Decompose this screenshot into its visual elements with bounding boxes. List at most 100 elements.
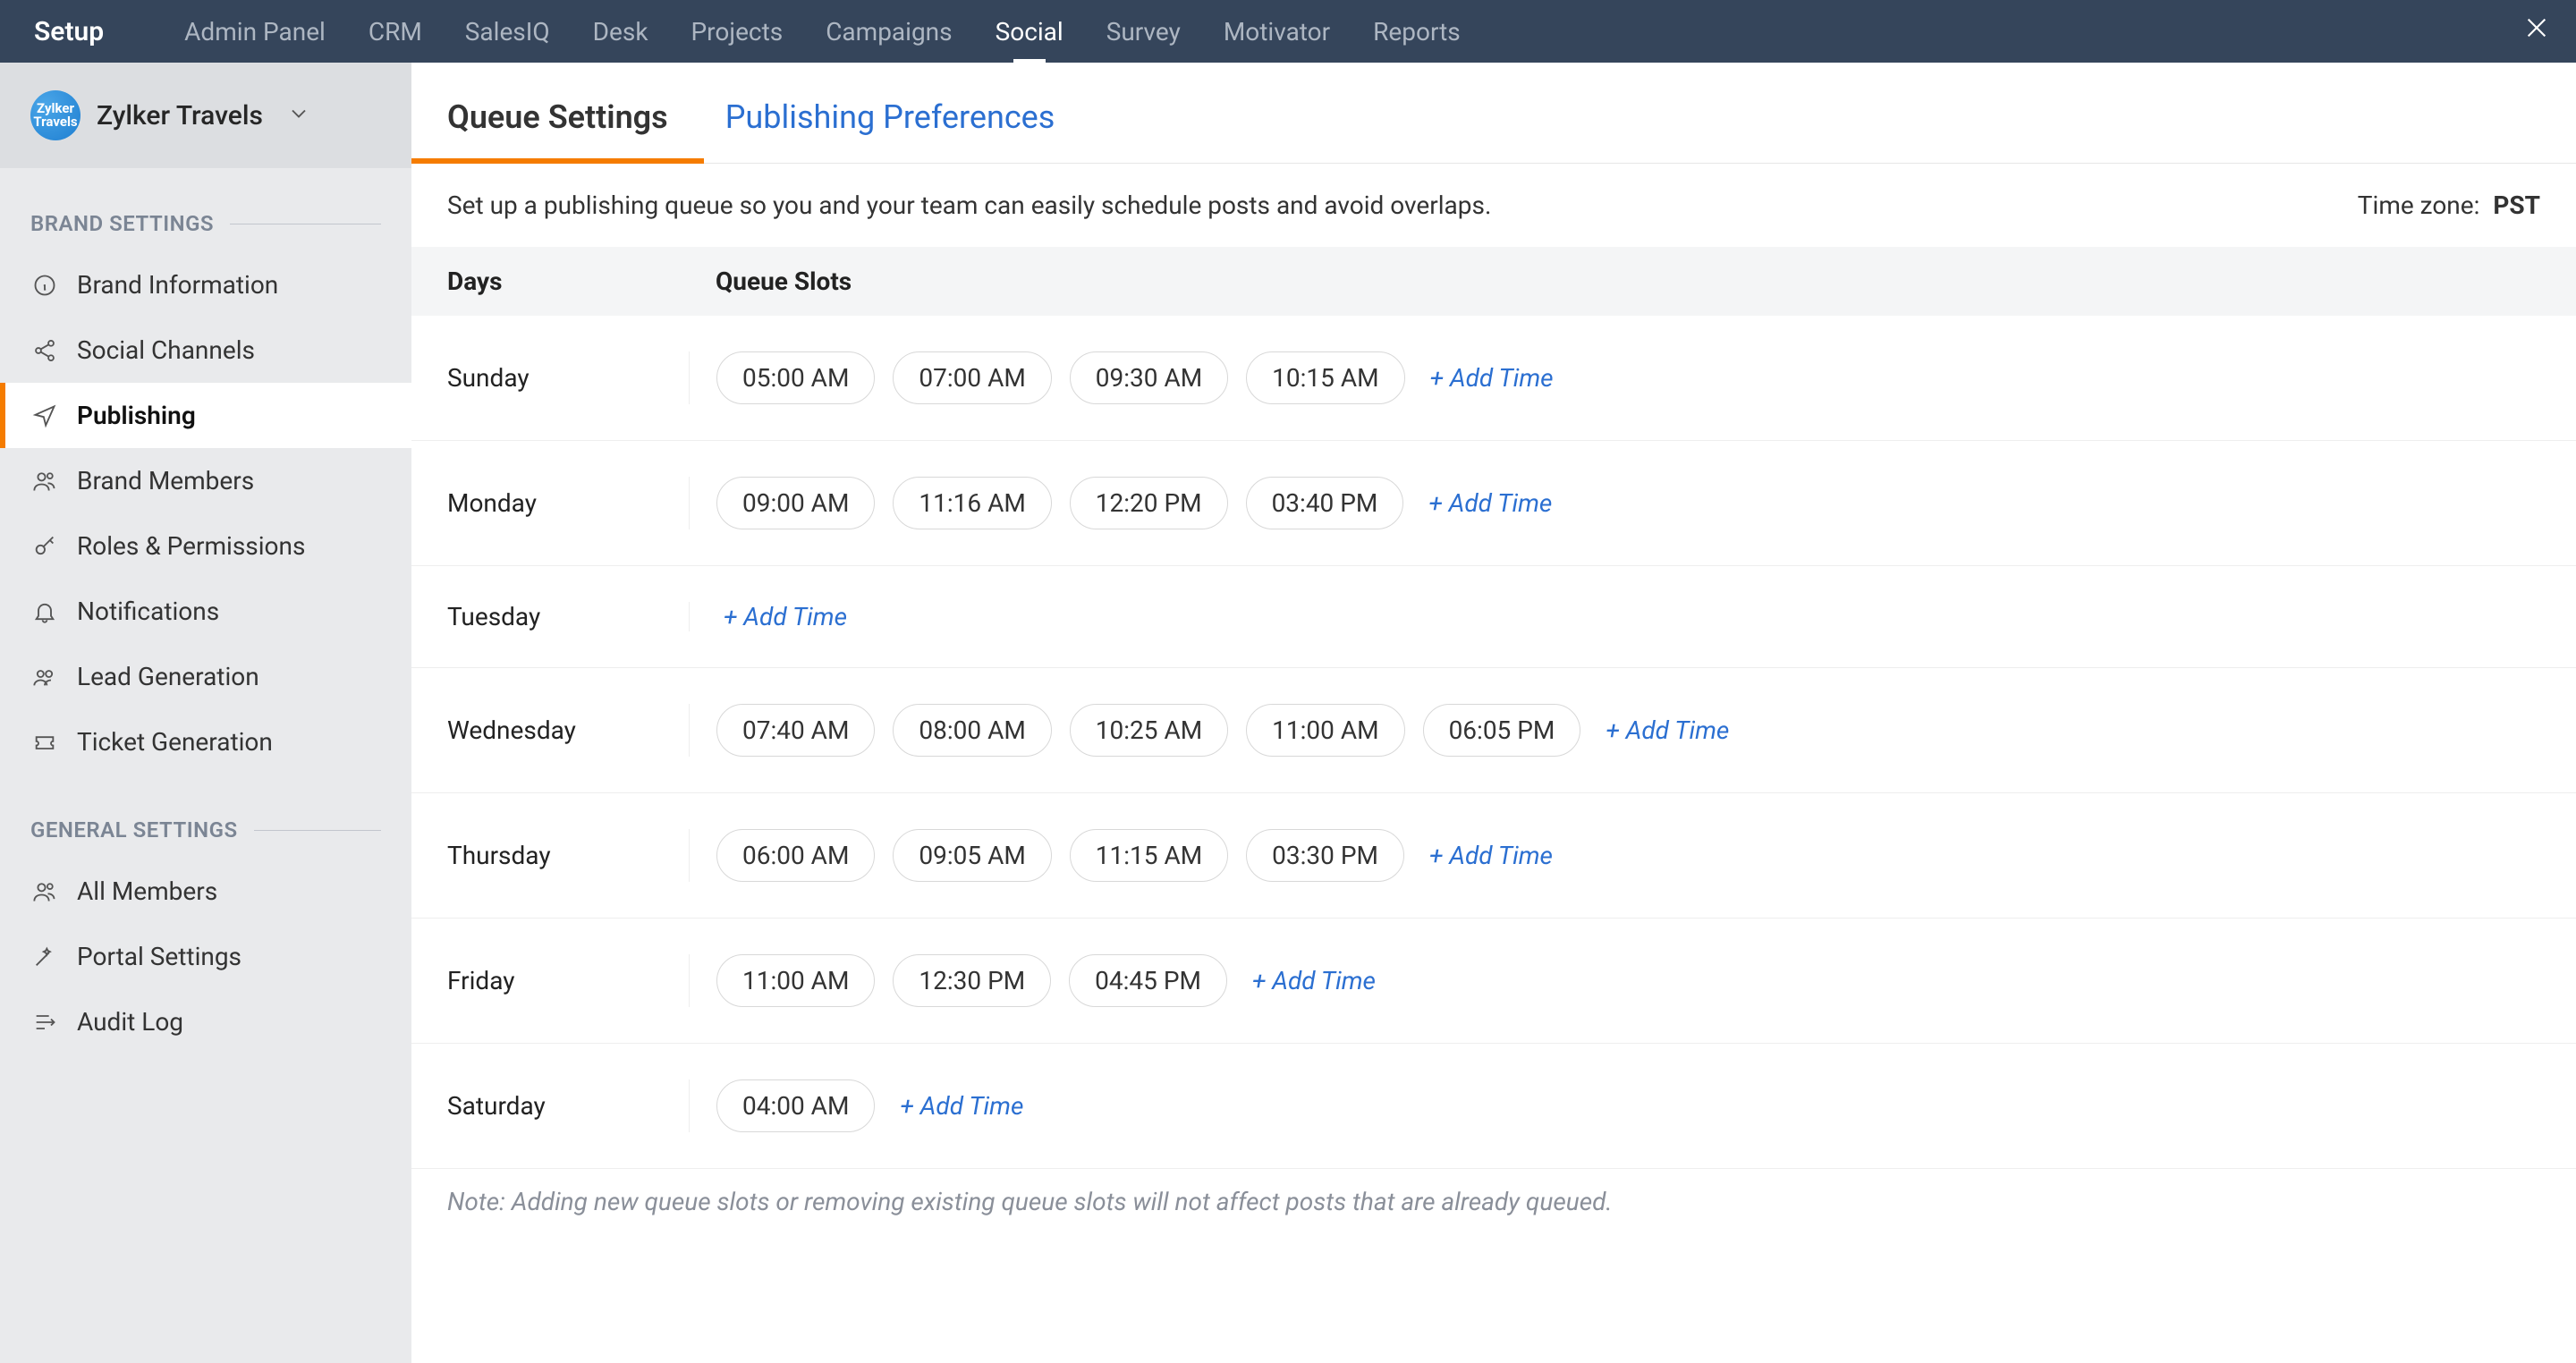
sidebar-item-label: Brand Members (77, 466, 254, 495)
brand-name: Zylker Travels (97, 100, 263, 131)
log-icon (30, 1010, 59, 1035)
schedule-row-tuesday: Tuesday + Add Time (411, 566, 2576, 668)
nav-motivator[interactable]: Motivator (1224, 0, 1330, 63)
chevron-down-icon (286, 101, 311, 130)
schedule-row-saturday: Saturday04:00 AM + Add Time (411, 1044, 2576, 1169)
nav-desk[interactable]: Desk (593, 0, 648, 63)
time-slot[interactable]: 10:15 AM (1246, 351, 1404, 404)
sidebar-item-brand-members[interactable]: Brand Members (0, 448, 411, 513)
queue-description: Set up a publishing queue so you and you… (447, 190, 1491, 220)
nav-reports[interactable]: Reports (1373, 0, 1461, 63)
sidebar-item-label: Social Channels (77, 335, 255, 365)
time-slot[interactable]: 09:30 AM (1070, 351, 1228, 404)
nav-admin-panel[interactable]: Admin Panel (184, 0, 326, 63)
add-time-button[interactable]: + Add Time (1428, 488, 1552, 518)
time-slot[interactable]: 08:00 AM (893, 704, 1051, 757)
sidebar-item-social-channels[interactable]: Social Channels (0, 317, 411, 383)
slot-area: 04:00 AM + Add Time (689, 1079, 2540, 1132)
day-label: Monday (447, 488, 716, 518)
time-slot[interactable]: 06:00 AM (716, 829, 875, 882)
timezone-label: Time zone: (2358, 190, 2480, 220)
time-slot[interactable]: 11:00 AM (1246, 704, 1404, 757)
schedule-row-monday: Monday09:00 AM 11:16 AM 12:20 PM 03:40 PM + … (411, 441, 2576, 566)
sidebar-item-label: Roles & Permissions (77, 531, 305, 561)
main-content: Queue Settings Publishing Preferences Se… (411, 63, 2576, 1363)
time-slot[interactable]: 04:00 AM (716, 1079, 875, 1132)
nav-crm[interactable]: CRM (369, 0, 422, 63)
sidebar-item-brand-information[interactable]: Brand Information (0, 252, 411, 317)
time-slot[interactable]: 09:00 AM (716, 477, 875, 529)
section-general-settings: GENERAL SETTINGS (0, 775, 411, 859)
time-slot[interactable]: 05:00 AM (716, 351, 875, 404)
sidebar-item-portal-settings[interactable]: Portal Settings (0, 924, 411, 989)
section-brand-settings: BRAND SETTINGS (0, 168, 411, 252)
sidebar-item-publishing[interactable]: Publishing (0, 383, 411, 448)
info-icon (30, 273, 59, 298)
add-time-button[interactable]: + Add Time (1606, 715, 1729, 745)
day-label: Thursday (447, 841, 716, 870)
sidebar-item-label: Notifications (77, 597, 219, 626)
add-time-button[interactable]: + Add Time (1430, 363, 1554, 393)
add-time-button[interactable]: + Add Time (1252, 966, 1376, 995)
sidebar-item-ticket-generation[interactable]: Ticket Generation (0, 709, 411, 775)
send-icon (30, 403, 59, 428)
timezone: Time zone: PST (2358, 190, 2540, 220)
day-label: Tuesday (447, 602, 716, 631)
tab-publishing-preferences[interactable]: Publishing Preferences (725, 98, 1055, 163)
nav-social[interactable]: Social (996, 0, 1063, 63)
col-days-header: Days (447, 267, 716, 296)
sidebar-item-label: Brand Information (77, 270, 278, 300)
time-slot[interactable]: 09:05 AM (893, 829, 1051, 882)
sidebar-item-roles-permissions[interactable]: Roles & Permissions (0, 513, 411, 579)
time-slot[interactable]: 12:30 PM (893, 954, 1051, 1007)
slot-area: 07:40 AM 08:00 AM 10:25 AM 11:00 AM 06:05 PM… (689, 704, 2540, 757)
day-label: Friday (447, 966, 716, 995)
time-slot[interactable]: 06:05 PM (1423, 704, 1581, 757)
sidebar-item-audit-log[interactable]: Audit Log (0, 989, 411, 1054)
time-slot[interactable]: 11:00 AM (716, 954, 875, 1007)
sidebar-item-notifications[interactable]: Notifications (0, 579, 411, 644)
time-slot[interactable]: 11:16 AM (893, 477, 1051, 529)
bell-icon (30, 599, 59, 624)
day-label: Saturday (447, 1091, 716, 1121)
setup-label: Setup (34, 16, 104, 47)
nav-projects[interactable]: Projects (691, 0, 784, 63)
share-icon (30, 338, 59, 363)
tab-queue-settings[interactable]: Queue Settings (447, 98, 668, 163)
add-time-button[interactable]: + Add Time (1429, 841, 1553, 870)
key-icon (30, 534, 59, 559)
sidebar-item-all-members[interactable]: All Members (0, 859, 411, 924)
slot-area: 11:00 AM 12:30 PM 04:45 PM + Add Time (689, 954, 2540, 1007)
sidebar-item-label: Audit Log (77, 1007, 183, 1037)
time-slot[interactable]: 12:20 PM (1070, 477, 1228, 529)
sidebar-item-label: Lead Generation (77, 662, 259, 691)
topnav: Admin Panel CRM SalesIQ Desk Projects Campaig… (184, 0, 1461, 63)
add-time-button[interactable]: + Add Time (900, 1091, 1023, 1121)
timezone-value: PST (2493, 190, 2540, 220)
time-slot[interactable]: 03:40 PM (1246, 477, 1404, 529)
time-slot[interactable]: 03:30 PM (1246, 829, 1404, 882)
nav-campaigns[interactable]: Campaigns (826, 0, 952, 63)
time-slot[interactable]: 07:40 AM (716, 704, 875, 757)
time-slot[interactable]: 10:25 AM (1070, 704, 1228, 757)
tabbar: Queue Settings Publishing Preferences (411, 63, 2576, 164)
table-header: Days Queue Slots (411, 247, 2576, 316)
topbar: Setup Admin Panel CRM SalesIQ Desk Projects C… (0, 0, 2576, 63)
schedule-row-friday: Friday11:00 AM 12:30 PM 04:45 PM + Add Time (411, 919, 2576, 1044)
time-slot[interactable]: 07:00 AM (893, 351, 1051, 404)
add-time-button[interactable]: + Add Time (724, 602, 847, 631)
schedule-row-wednesday: Wednesday07:40 AM08:00 AM10:25 AM11:00 A… (411, 668, 2576, 793)
nav-survey[interactable]: Survey (1106, 0, 1181, 63)
time-slot[interactable]: 04:45 PM (1069, 954, 1227, 1007)
members-icon (30, 879, 59, 904)
close-icon[interactable] (2522, 13, 2551, 50)
brand-selector[interactable]: Zylker Travels Zylker Travels (0, 63, 411, 168)
sidebar-item-lead-generation[interactable]: Lead Generation (0, 644, 411, 709)
wand-icon (30, 944, 59, 969)
members-icon (30, 469, 59, 494)
ticket-icon (30, 730, 59, 755)
sidebar: Zylker Travels Zylker Travels BRAND SETT… (0, 63, 411, 1363)
time-slot[interactable]: 11:15 AM (1070, 829, 1228, 882)
nav-salesiq[interactable]: SalesIQ (465, 0, 550, 63)
slot-area: 09:00 AM 11:16 AM 12:20 PM 03:40 PM + Add Ti… (689, 477, 2540, 529)
